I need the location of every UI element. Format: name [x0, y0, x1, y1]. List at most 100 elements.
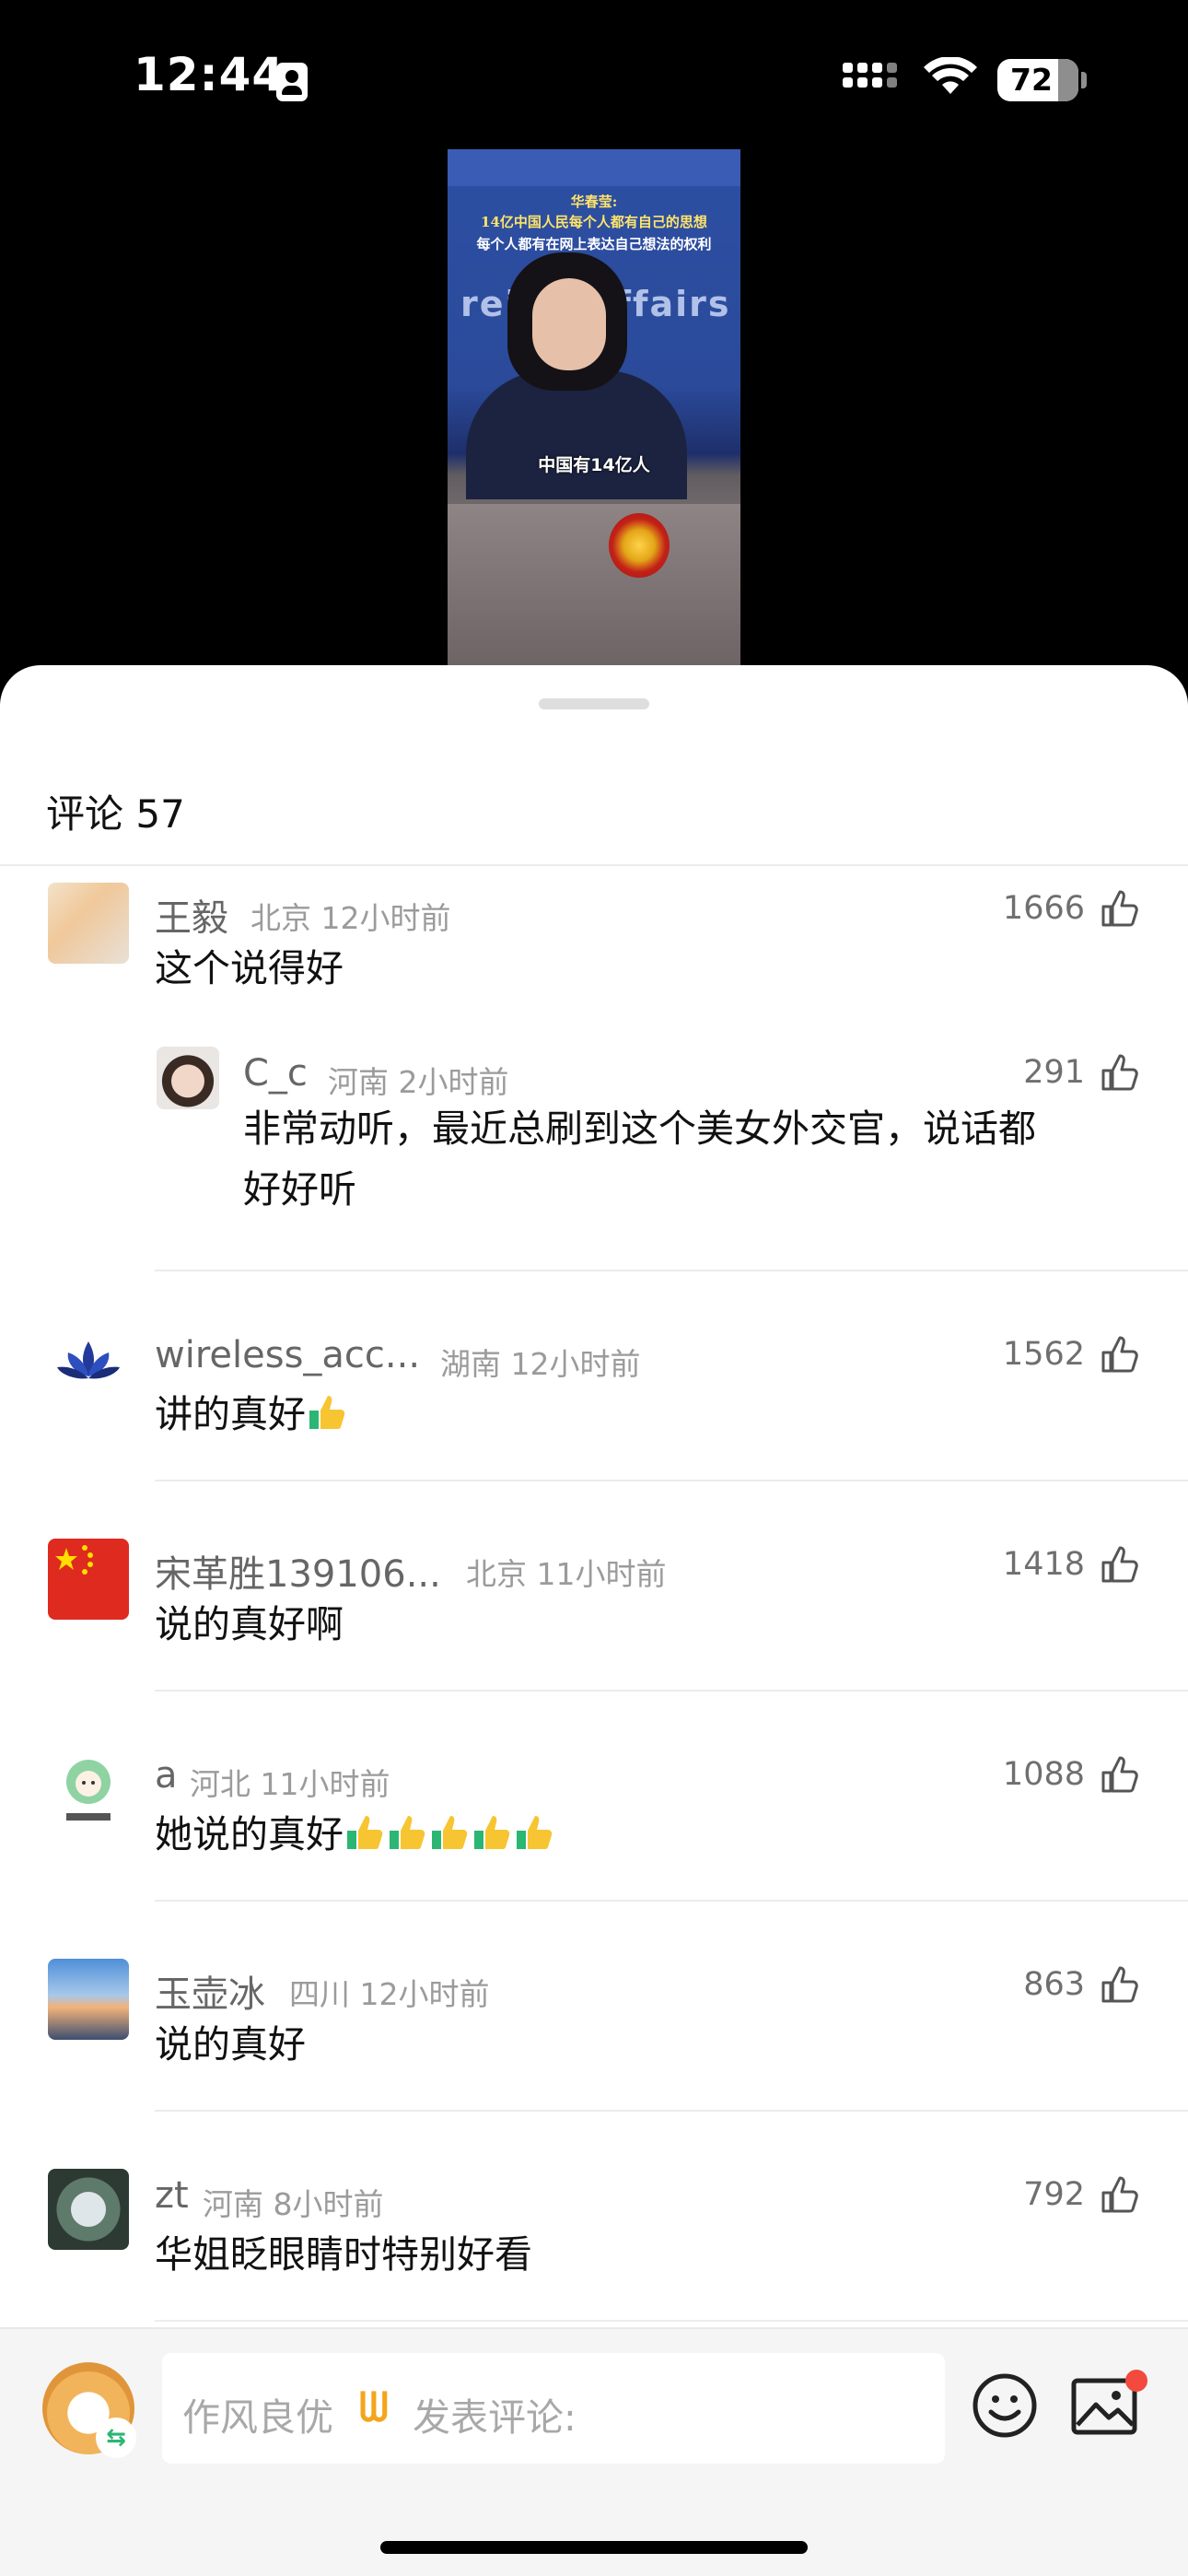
status-time: 12:44 — [134, 48, 285, 101]
sheet-grabber[interactable] — [539, 698, 649, 709]
comment-location: 北京 — [250, 900, 311, 936]
video-caption-line2: 每个人都有在网上表达自己想法的权利 — [476, 236, 712, 252]
comment-input-bar: ⇆ 作风良优 ᗯ 发表评论: — [0, 2327, 1188, 2576]
thumbs-up-emoji-icon — [347, 1816, 383, 1849]
avatar[interactable] — [48, 1329, 129, 1410]
status-bar: 12:44 72 — [0, 0, 1188, 157]
thumbs-up-icon[interactable] — [1100, 1334, 1140, 1375]
thumbs-up-icon[interactable] — [1100, 1754, 1140, 1795]
comment-text-body: 讲的真好 — [155, 1392, 306, 1436]
comment-author[interactable]: C_c — [243, 1052, 308, 1095]
comment-text: 讲的真好 — [155, 1384, 348, 1445]
thumbs-up-icon[interactable] — [1100, 1544, 1140, 1585]
comment-author[interactable]: a — [155, 1754, 178, 1797]
comments-sheet: 评论 57 王毅 北京 12小时前 1666 这个说得好 C_c 河南 2小时前… — [0, 665, 1188, 2576]
comment-time: 11小时前 — [536, 1556, 667, 1592]
input-prefix: 作风良优 — [182, 2395, 333, 2440]
like-count: 291 — [1023, 1054, 1085, 1091]
comment-location: 湖南 — [440, 1346, 501, 1382]
row-divider — [155, 1480, 1188, 1481]
thumbs-up-emoji-icon — [517, 1816, 553, 1849]
avatar[interactable] — [48, 883, 129, 964]
thumbs-up-icon[interactable] — [1100, 1052, 1140, 1093]
header-divider — [0, 864, 1188, 866]
comment-text-line2: 好好听 — [243, 1167, 356, 1212]
comment-location: 四川 — [289, 1976, 350, 2012]
row-divider — [155, 2320, 1188, 2322]
speaker-face — [532, 278, 606, 370]
comment-time: 11小时前 — [260, 1766, 390, 1802]
like-count: 863 — [1023, 1966, 1085, 2003]
video-caption-line1: 14亿中国人民每个人都有自己的思想 — [481, 214, 707, 230]
avatar[interactable] — [48, 1749, 129, 1830]
comment-meta: 河南 8小时前 — [203, 2180, 384, 2224]
home-indicator[interactable] — [380, 2541, 808, 2554]
comment-location: 河南 — [328, 1064, 389, 1100]
comment-text: 她说的真好 — [155, 1804, 555, 1865]
comment-text: 非常动听，最近总刷到这个美女外交官，说话都 好好听 — [243, 1098, 1127, 1220]
avatar[interactable] — [157, 1047, 219, 1109]
emoji-icon[interactable] — [971, 2371, 1039, 2440]
comment-text: 说的真好啊 — [155, 1602, 344, 1646]
comment-text: 说的真好 — [155, 2022, 306, 2067]
comment-meta: 北京 12小时前 — [250, 894, 451, 938]
comment-time: 2小时前 — [398, 1064, 509, 1100]
avatar[interactable] — [48, 1959, 129, 2040]
comments-title: 评论 57 — [46, 791, 185, 837]
comment-location: 北京 — [466, 1556, 527, 1592]
comment-meta: 北京 11小时前 — [466, 1550, 667, 1594]
like-count: 1088 — [1002, 1756, 1085, 1793]
comment-meta: 四川 12小时前 — [289, 1970, 490, 2014]
thumbs-up-icon[interactable] — [1100, 2174, 1140, 2215]
comment-text-body: 她说的真好 — [155, 1812, 344, 1856]
video-top-blur — [448, 149, 740, 186]
cellular-signal-icon — [843, 61, 898, 100]
comment-author[interactable]: 宋革胜139106... — [155, 1544, 441, 1598]
comment-text: 华姐眨眼睛时特别好看 — [155, 2232, 532, 2277]
like-count: 1562 — [1002, 1336, 1085, 1373]
comment-meta: 河北 11小时前 — [190, 1760, 390, 1804]
comment-input[interactable]: 作风良优 ᗯ 发表评论: — [162, 2353, 945, 2464]
comment-time: 12小时前 — [320, 900, 451, 936]
video-thumbnail[interactable]: reign Affairs 华春莹: 14亿中国人民每个人都有自己的思想 每个人… — [448, 149, 740, 674]
battery-indicator: 72 — [997, 59, 1078, 101]
battery-tip — [1081, 72, 1087, 88]
comment-time: 12小时前 — [510, 1346, 641, 1382]
row-divider — [155, 1690, 1188, 1692]
notification-dot — [1125, 2370, 1147, 2392]
thumbs-up-emoji-icon — [432, 1816, 468, 1849]
comment-text: 这个说得好 — [155, 946, 344, 990]
row-divider — [155, 1900, 1188, 1902]
like-count: 1418 — [1002, 1546, 1085, 1583]
video-caption-head: 华春莹: — [570, 193, 618, 210]
row-divider — [155, 2110, 1188, 2112]
comment-author[interactable]: wireless_acc... — [155, 1334, 420, 1376]
like-count: 792 — [1023, 2176, 1085, 2213]
wifi-icon — [924, 57, 977, 94]
brand-logo-icon: ᗯ — [359, 2384, 389, 2431]
video-subtitle: 中国有14亿人 — [538, 455, 650, 475]
podium — [448, 504, 740, 674]
comment-time: 8小时前 — [273, 2186, 384, 2222]
thumbs-up-emoji-icon — [390, 1816, 425, 1849]
comment-author[interactable]: zt — [155, 2174, 189, 2217]
avatar[interactable] — [48, 1539, 129, 1620]
comment-time: 12小时前 — [359, 1976, 490, 2012]
battery-level: 72 — [1010, 62, 1053, 98]
thumbs-up-emoji-icon — [309, 1396, 345, 1429]
thumbs-up-icon[interactable] — [1100, 888, 1140, 929]
comment-location: 河南 — [203, 2186, 263, 2222]
comment-meta: 河南 2小时前 — [328, 1058, 509, 1102]
input-placeholder: 发表评论: — [413, 2395, 577, 2440]
avatar[interactable] — [48, 2169, 129, 2250]
comment-location: 河北 — [190, 1766, 250, 1802]
comment-meta: 湖南 12小时前 — [440, 1340, 641, 1384]
like-count: 1666 — [1002, 890, 1085, 927]
switch-account-icon[interactable]: ⇆ — [96, 2418, 136, 2458]
comment-author[interactable]: 王毅 — [155, 888, 228, 942]
thumbs-up-emoji-icon — [474, 1816, 510, 1849]
row-divider — [155, 1270, 1188, 1271]
contact-card-icon — [276, 63, 308, 101]
thumbs-up-icon[interactable] — [1100, 1964, 1140, 2005]
comment-author[interactable]: 玉壶冰 — [155, 1964, 265, 2018]
